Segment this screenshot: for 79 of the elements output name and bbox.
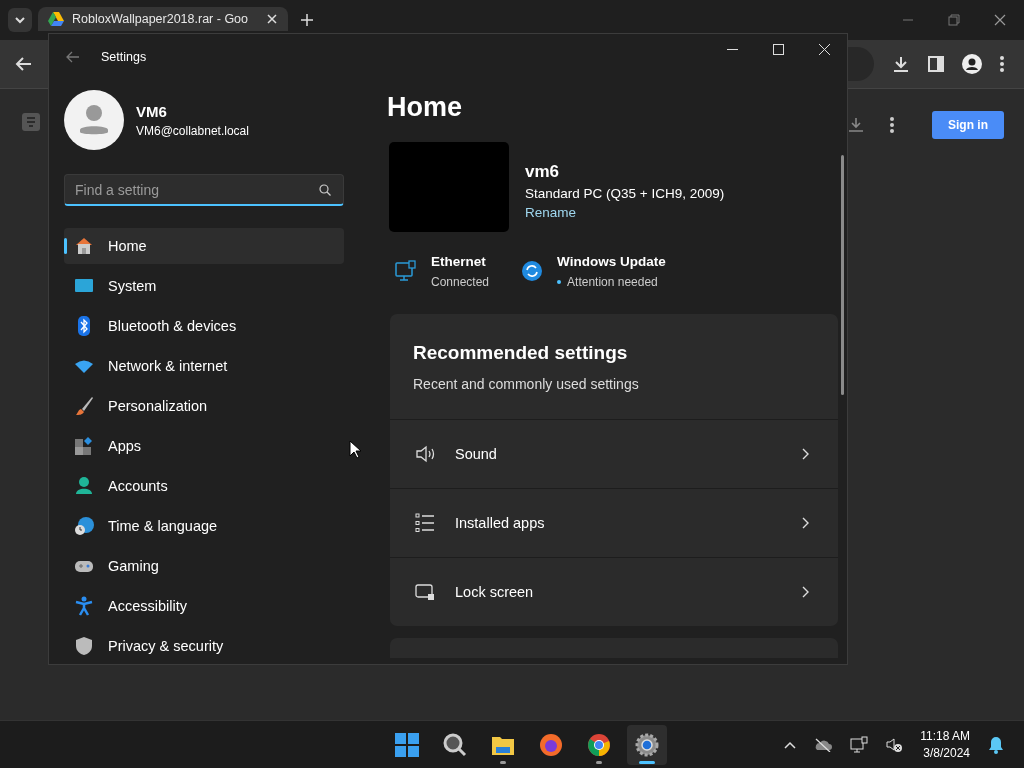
dropdown-icon[interactable]	[8, 8, 32, 32]
accessibility-icon	[74, 596, 94, 616]
row-label: Installed apps	[455, 515, 546, 531]
cloud-off-icon[interactable]	[814, 737, 833, 752]
back-icon[interactable]	[66, 51, 80, 63]
speaker-icon	[415, 444, 435, 464]
gear-icon	[635, 732, 659, 757]
search-field[interactable]: Find a setting	[64, 174, 344, 206]
account-email: VM6@collabnet.local	[136, 123, 249, 138]
sidebar-item[interactable]: Network & internet	[64, 348, 344, 384]
row-label: Lock screen	[455, 584, 535, 600]
clock[interactable]: 11:18 AM 3/8/2024	[920, 729, 970, 760]
person-icon	[74, 476, 94, 496]
chevron-icon	[802, 586, 810, 598]
sync-icon	[521, 260, 544, 282]
avatar-icon[interactable]	[64, 90, 124, 150]
home-icon	[74, 236, 94, 256]
list-icon	[415, 513, 435, 533]
shield-icon	[74, 636, 94, 656]
sidebar-item[interactable]: Accessibility	[64, 588, 344, 624]
window-title: Settings	[101, 50, 147, 64]
bell-icon[interactable]	[988, 735, 1004, 754]
chrome-icon	[587, 732, 611, 757]
settings-row[interactable]: Lock screen	[390, 558, 838, 626]
running-indicator	[596, 760, 602, 764]
drive-icon	[48, 12, 64, 26]
menu-icon[interactable]	[1000, 56, 1004, 72]
more-icon[interactable]	[890, 117, 894, 133]
new-tab-icon[interactable]	[300, 13, 314, 27]
device-name: vm6	[525, 162, 561, 182]
browser-tab[interactable]: RobloxWallpaper2018.rar - Goo	[38, 7, 288, 31]
sidebar-item[interactable]: Personalization	[64, 388, 344, 424]
rename-link[interactable]: Rename	[525, 205, 725, 220]
status-title: Ethernet	[431, 254, 487, 269]
row-label: Sound	[455, 446, 498, 462]
sidebar-item[interactable]: Bluetooth & devices	[64, 308, 344, 344]
card-subtitle: Recent and commonly used settings	[413, 376, 640, 392]
sidebar-item[interactable]: Privacy & security	[64, 628, 344, 664]
status-detail: Attention needed	[567, 275, 658, 289]
search-icon[interactable]	[319, 184, 331, 196]
network-icon[interactable]	[850, 735, 869, 754]
scrollbar[interactable]	[841, 155, 844, 395]
pointer-icon	[349, 440, 361, 459]
running-indicator	[639, 760, 655, 764]
side-panel-icon[interactable]	[928, 56, 944, 72]
volume-muted-icon[interactable]	[886, 736, 903, 753]
maximize-icon[interactable]	[773, 43, 784, 55]
brush-icon	[74, 396, 94, 416]
profile-icon[interactable]	[962, 54, 982, 74]
running-indicator	[500, 760, 506, 764]
globe-clock-icon	[74, 516, 94, 536]
tab-title: RobloxWallpaper2018.rar - Goo	[72, 12, 249, 26]
clock-date: 3/8/2024	[923, 746, 970, 760]
network-icon	[395, 260, 417, 282]
account-name: VM6	[136, 102, 168, 120]
download-icon[interactable]	[848, 117, 864, 133]
sidebar-item[interactable]: Home	[64, 228, 344, 264]
clock-time: 11:18 AM	[920, 729, 970, 743]
sidebar-item[interactable]: System	[64, 268, 344, 304]
lock-screen-icon	[415, 582, 435, 602]
card-title: Recommended settings	[413, 342, 629, 364]
restore-icon[interactable]	[948, 14, 960, 26]
sidebar-item[interactable]: Apps	[64, 428, 344, 464]
taskbar-app[interactable]	[627, 724, 667, 765]
chevron-icon	[802, 448, 810, 460]
selection-indicator	[64, 238, 67, 254]
page-title: Home	[387, 92, 462, 124]
close-icon[interactable]	[994, 14, 1006, 26]
sidebar-item[interactable]: Accounts	[64, 468, 344, 504]
chevron-up-icon[interactable]	[784, 740, 797, 749]
sidebar-item[interactable]: Gaming	[64, 548, 344, 584]
chevron-icon	[802, 517, 810, 529]
settings-row[interactable]: Installed apps	[390, 489, 838, 558]
status-title: Windows Update	[557, 254, 666, 269]
settings-row[interactable]: Sound	[390, 420, 838, 489]
device-model: Standard PC (Q35 + ICH9, 2009)	[525, 186, 725, 201]
apps-icon	[74, 436, 94, 456]
sidebar-item[interactable]: Time & language	[64, 508, 344, 544]
status-detail: Connected	[431, 275, 490, 289]
